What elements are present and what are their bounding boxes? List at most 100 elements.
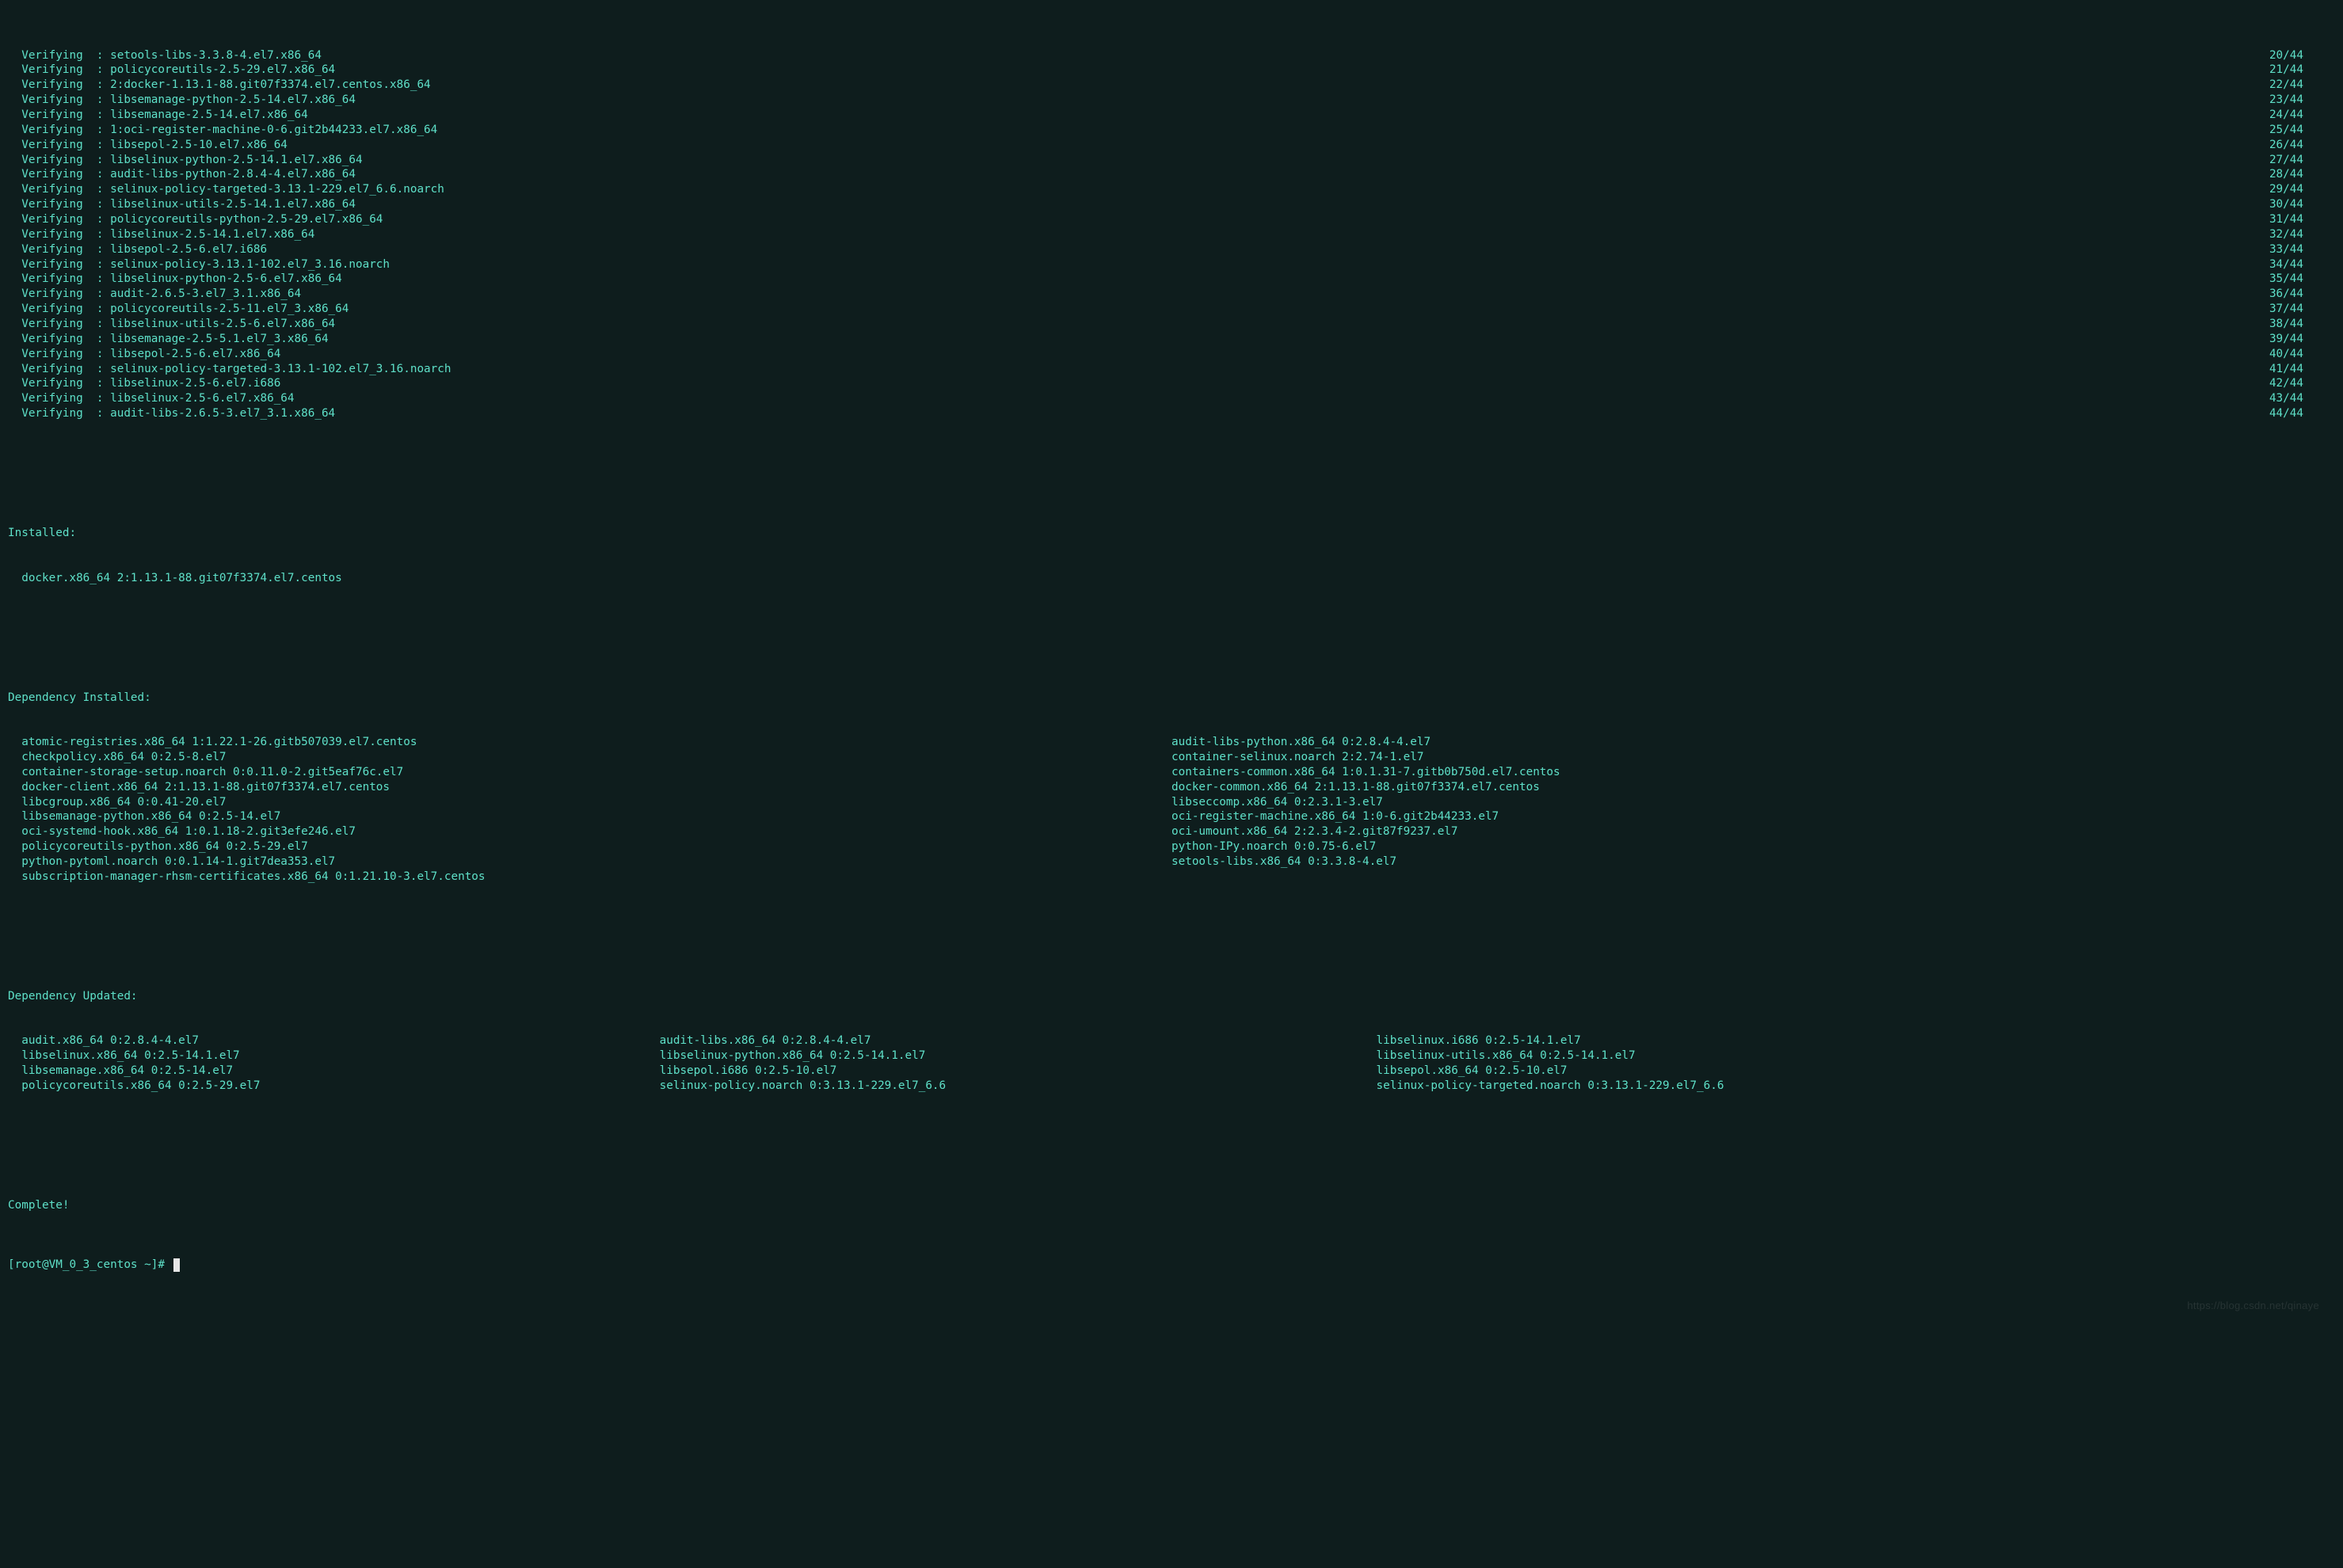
dep-item xyxy=(1172,870,2335,885)
dep-updated-list: audit.x86_64 0:2.8.4-4.el7audit-libs.x86… xyxy=(8,1033,2335,1093)
spacer xyxy=(383,212,2269,227)
installed-header: Installed: xyxy=(8,526,2335,541)
verify-progress: 29/44 xyxy=(2269,182,2335,197)
dep-item: python-pytoml.noarch 0:0.1.14-1.git7dea3… xyxy=(8,854,1172,870)
verify-text: Verifying : libselinux-utils-2.5-14.1.el… xyxy=(8,197,356,212)
verify-progress: 37/44 xyxy=(2269,302,2335,317)
verify-line: Verifying : 1:oci-register-machine-0-6.g… xyxy=(8,123,2335,138)
dep-updated-row: libsemanage.x86_64 0:2.5-14.el7libsepol.… xyxy=(8,1064,2335,1079)
verify-progress: 38/44 xyxy=(2269,317,2335,332)
blank-line xyxy=(8,929,2335,944)
spacer xyxy=(356,167,2269,182)
verify-line: Verifying : policycoreutils-2.5-29.el7.x… xyxy=(8,63,2335,78)
verify-line: Verifying : policycoreutils-python-2.5-2… xyxy=(8,212,2335,227)
blank-line xyxy=(8,466,2335,481)
verify-line: Verifying : libselinux-utils-2.5-6.el7.x… xyxy=(8,317,2335,332)
dep-item: oci-register-machine.x86_64 1:0-6.git2b4… xyxy=(1172,809,2335,824)
verify-line: Verifying : libsemanage-2.5-14.el7.x86_6… xyxy=(8,108,2335,123)
verify-line: Verifying : libsemanage-python-2.5-14.el… xyxy=(8,93,2335,108)
dep-installed-row: atomic-registries.x86_64 1:1.22.1-26.git… xyxy=(8,735,2335,750)
spacer xyxy=(267,242,2269,257)
dep-installed-row: libsemanage-python.x86_64 0:2.5-14.el7oc… xyxy=(8,809,2335,824)
verify-progress: 42/44 xyxy=(2269,376,2335,391)
verify-progress: 34/44 xyxy=(2269,257,2335,272)
verify-progress: 27/44 xyxy=(2269,153,2335,168)
spacer xyxy=(322,48,2269,63)
verify-progress: 36/44 xyxy=(2269,287,2335,302)
verify-progress: 31/44 xyxy=(2269,212,2335,227)
spacer xyxy=(390,257,2269,272)
blank-line xyxy=(8,630,2335,645)
verify-text: Verifying : libselinux-2.5-14.1.el7.x86_… xyxy=(8,227,314,242)
dep-item: libcgroup.x86_64 0:0.41-20.el7 xyxy=(8,795,1172,810)
verify-text: Verifying : audit-libs-python-2.8.4-4.el… xyxy=(8,167,356,182)
dep-item: python-IPy.noarch 0:0.75-6.el7 xyxy=(1172,839,2335,854)
spacer xyxy=(451,362,2269,377)
installed-item: docker.x86_64 2:1.13.1-88.git07f3374.el7… xyxy=(8,571,2335,586)
verify-line: Verifying : 2:docker-1.13.1-88.git07f337… xyxy=(8,78,2335,93)
dep-updated-row: libselinux.x86_64 0:2.5-14.1.el7libselin… xyxy=(8,1049,2335,1064)
verify-text: Verifying : libselinux-python-2.5-14.1.e… xyxy=(8,153,363,168)
dep-item: docker-client.x86_64 2:1.13.1-88.git07f3… xyxy=(8,780,1172,795)
dep-item: oci-umount.x86_64 2:2.3.4-2.git87f9237.e… xyxy=(1172,824,2335,839)
verify-line: Verifying : libselinux-2.5-14.1.el7.x86_… xyxy=(8,227,2335,242)
dep-item: audit.x86_64 0:2.8.4-4.el7 xyxy=(8,1033,660,1049)
verify-line: Verifying : libselinux-utils-2.5-14.1.el… xyxy=(8,197,2335,212)
verify-progress: 30/44 xyxy=(2269,197,2335,212)
spacer xyxy=(280,376,2269,391)
dep-item: libsemanage.x86_64 0:2.5-14.el7 xyxy=(8,1064,660,1079)
dep-installed-row: python-pytoml.noarch 0:0.1.14-1.git7dea3… xyxy=(8,854,2335,870)
verify-progress: 22/44 xyxy=(2269,78,2335,93)
verify-progress: 33/44 xyxy=(2269,242,2335,257)
verify-text: Verifying : policycoreutils-2.5-29.el7.x… xyxy=(8,63,335,78)
shell-prompt: [root@VM_0_3_centos ~]# xyxy=(8,1258,172,1273)
verify-line: Verifying : setools-libs-3.3.8-4.el7.x86… xyxy=(8,48,2335,63)
dep-installed-row: policycoreutils-python.x86_64 0:2.5-29.e… xyxy=(8,839,2335,854)
verify-line: Verifying : selinux-policy-targeted-3.13… xyxy=(8,182,2335,197)
dep-item: libsepol.x86_64 0:2.5-10.el7 xyxy=(1377,1064,2335,1079)
verify-text: Verifying : setools-libs-3.3.8-4.el7.x86… xyxy=(8,48,322,63)
verify-text: Verifying : audit-2.6.5-3.el7_3.1.x86_64 xyxy=(8,287,301,302)
dep-updated-row: audit.x86_64 0:2.8.4-4.el7audit-libs.x86… xyxy=(8,1033,2335,1049)
dep-item: containers-common.x86_64 1:0.1.31-7.gitb… xyxy=(1172,765,2335,780)
verify-progress: 28/44 xyxy=(2269,167,2335,182)
verify-text: Verifying : libsepol-2.5-10.el7.x86_64 xyxy=(8,138,288,153)
verify-progress: 39/44 xyxy=(2269,332,2335,347)
dep-item: oci-systemd-hook.x86_64 1:0.1.18-2.git3e… xyxy=(8,824,1172,839)
verify-text: Verifying : libselinux-2.5-6.el7.i686 xyxy=(8,376,280,391)
dep-installed-row: subscription-manager-rhsm-certificates.x… xyxy=(8,870,2335,885)
verify-line: Verifying : selinux-policy-targeted-3.13… xyxy=(8,362,2335,377)
dep-item: libselinux.x86_64 0:2.5-14.1.el7 xyxy=(8,1049,660,1064)
verify-text: Verifying : selinux-policy-targeted-3.13… xyxy=(8,362,451,377)
verify-line: Verifying : libsepol-2.5-6.el7.i686 33/44 xyxy=(8,242,2335,257)
verify-line: Verifying : selinux-policy-3.13.1-102.el… xyxy=(8,257,2335,272)
verify-line: Verifying : libselinux-python-2.5-14.1.e… xyxy=(8,153,2335,168)
spacer xyxy=(301,287,2269,302)
dep-installed-row: container-storage-setup.noarch 0:0.11.0-… xyxy=(8,765,2335,780)
dep-item: libsepol.i686 0:2.5-10.el7 xyxy=(660,1064,1377,1079)
spacer xyxy=(356,93,2269,108)
spacer xyxy=(335,406,2269,421)
dep-item: container-selinux.noarch 2:2.74-1.el7 xyxy=(1172,750,2335,765)
verify-line: Verifying : audit-2.6.5-3.el7_3.1.x86_64… xyxy=(8,287,2335,302)
dep-item: policycoreutils.x86_64 0:2.5-29.el7 xyxy=(8,1079,660,1094)
dep-item: atomic-registries.x86_64 1:1.22.1-26.git… xyxy=(8,735,1172,750)
dep-item: libsemanage-python.x86_64 0:2.5-14.el7 xyxy=(8,809,1172,824)
verify-text: Verifying : selinux-policy-targeted-3.13… xyxy=(8,182,444,197)
spacer xyxy=(308,108,2269,123)
terminal-window[interactable]: Verifying : setools-libs-3.3.8-4.el7.x86… xyxy=(0,0,2343,1327)
dep-updated-row: policycoreutils.x86_64 0:2.5-29.el7selin… xyxy=(8,1079,2335,1094)
dep-installed-list: atomic-registries.x86_64 1:1.22.1-26.git… xyxy=(8,735,2335,885)
verify-progress: 41/44 xyxy=(2269,362,2335,377)
spacer xyxy=(431,78,2269,93)
verify-text: Verifying : libsemanage-python-2.5-14.el… xyxy=(8,93,356,108)
verify-progress: 43/44 xyxy=(2269,391,2335,406)
spacer xyxy=(444,182,2269,197)
shell-prompt-line[interactable]: [root@VM_0_3_centos ~]# xyxy=(8,1258,2335,1273)
verify-text: Verifying : libselinux-python-2.5-6.el7.… xyxy=(8,272,342,287)
verify-progress: 20/44 xyxy=(2269,48,2335,63)
dep-item: audit-libs-python.x86_64 0:2.8.4-4.el7 xyxy=(1172,735,2335,750)
verify-text: Verifying : libsepol-2.5-6.el7.i686 xyxy=(8,242,267,257)
verify-text: Verifying : selinux-policy-3.13.1-102.el… xyxy=(8,257,390,272)
verify-text: Verifying : audit-libs-2.6.5-3.el7_3.1.x… xyxy=(8,406,335,421)
